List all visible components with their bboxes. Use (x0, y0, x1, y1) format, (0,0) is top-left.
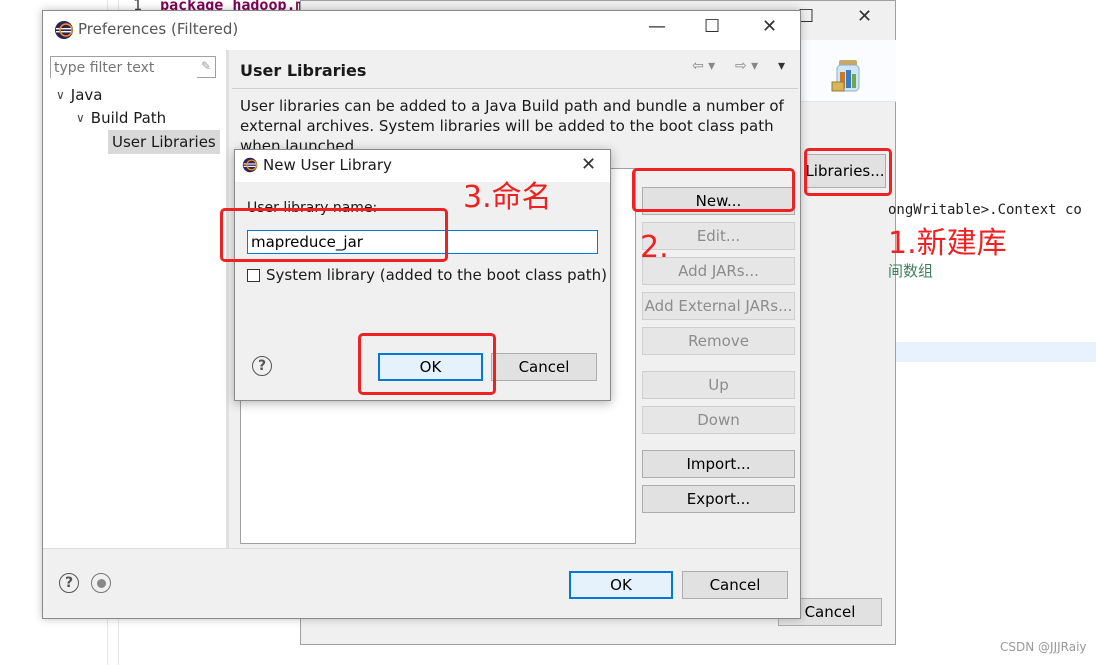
page-separator (232, 88, 798, 89)
record-icon[interactable] (91, 573, 111, 593)
view-menu-icon[interactable]: ▾ (778, 58, 785, 74)
preferences-title: Preferences (Filtered) (78, 20, 239, 38)
background-close-icon[interactable]: ✕ (857, 6, 872, 27)
preferences-ok-button[interactable]: OK (569, 571, 673, 599)
background-code-text: ongWritable>.Context co (888, 202, 1082, 218)
annotation-step2: 2. (640, 230, 669, 265)
annotation-name-box (220, 208, 448, 262)
dialog-help-icon[interactable]: ? (252, 356, 272, 376)
maximize-icon[interactable]: ☐ (704, 16, 720, 37)
clear-filter-icon[interactable]: ✎ (201, 59, 211, 73)
add-external-jars-button[interactable]: Add External JARs... (642, 292, 795, 320)
filter-input[interactable] (51, 58, 197, 78)
dialog-cancel-button[interactable]: Cancel (491, 353, 597, 381)
chevron-down-icon[interactable]: ∨ (56, 88, 65, 102)
annotation-step1: 1.新建库 (888, 226, 1007, 261)
annotation-step3: 3.命名 (463, 180, 552, 215)
system-library-checkbox[interactable] (247, 268, 260, 282)
annotation-libraries-box (804, 148, 892, 196)
page-description: User libraries can be added to a Java Bu… (240, 97, 784, 152)
tree-item-user-libraries[interactable]: User Libraries (108, 130, 220, 154)
page-title: User Libraries (240, 61, 367, 80)
export-button[interactable]: Export... (642, 485, 795, 513)
remove-button[interactable]: Remove (642, 327, 795, 355)
annotation-new-box (632, 168, 795, 212)
nav-forward-icon[interactable]: ⇨ ▾ (735, 58, 758, 74)
system-library-checkbox-row[interactable]: System library (added to the boot class … (247, 266, 607, 284)
new-library-title: New User Library (263, 156, 392, 174)
eclipse-logo-icon (54, 20, 74, 40)
watermark: CSDN @JJJRaiy (1000, 640, 1087, 654)
close-icon[interactable]: ✕ (762, 16, 777, 37)
tree-item-java[interactable]: ∨ Java (56, 86, 102, 104)
chevron-down-icon[interactable]: ∨ (76, 111, 85, 125)
tree-item-build-path[interactable]: ∨ Build Path (76, 109, 166, 127)
background-highlight-line (896, 342, 1096, 362)
dialog-close-icon[interactable]: ✕ (581, 154, 596, 175)
filter-input-box[interactable]: ✎ (50, 56, 216, 78)
annotation-ok-box (358, 333, 496, 395)
help-icon[interactable]: ? (59, 573, 79, 593)
import-button[interactable]: Import... (642, 450, 795, 478)
minimize-icon[interactable]: — (648, 16, 666, 37)
eclipse-logo-icon (242, 157, 258, 173)
up-button[interactable]: Up (642, 371, 795, 399)
library-jar-icon (830, 54, 872, 94)
nav-back-icon[interactable]: ⇦ ▾ (692, 58, 715, 74)
down-button[interactable]: Down (642, 406, 795, 434)
preferences-cancel-button[interactable]: Cancel (682, 571, 788, 599)
background-code-chinese: 间数组 (888, 262, 934, 280)
